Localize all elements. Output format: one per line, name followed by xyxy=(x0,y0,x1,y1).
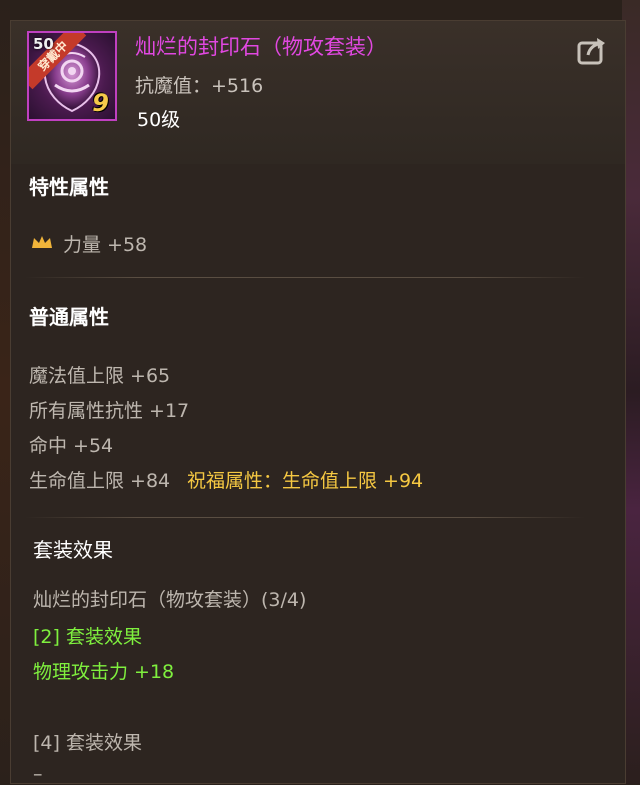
attr-mp-max: 魔法值上限 +65 xyxy=(29,365,171,387)
item-tooltip: 穿戴中 50 9 灿烂的封印石（物攻套装） 抗魔值：+516 50级 特性属性 … xyxy=(10,20,626,785)
special-attr-title: 特性属性 xyxy=(29,175,109,199)
set-name: 灿烂的封印石（物攻套装）(3/4) xyxy=(33,589,307,611)
blessing-attr: 祝福属性：生命值上限 +94 xyxy=(187,470,424,492)
share-icon[interactable] xyxy=(576,35,608,67)
normal-attr-title: 普通属性 xyxy=(29,305,109,329)
background-left xyxy=(0,0,10,784)
special-attr-strength: 力量 +58 xyxy=(63,234,148,256)
attr-all-resist: 所有属性抗性 +17 xyxy=(29,400,190,422)
item-name: 灿烂的封印石（物攻套装） xyxy=(135,35,387,59)
divider xyxy=(25,517,585,518)
icon-level-tag: 50 xyxy=(33,35,54,53)
attr-hp-max: 生命值上限 +84 xyxy=(29,470,171,492)
set-bonus-2-title: [2] 套装效果 xyxy=(33,626,142,648)
enhance-level: 9 xyxy=(92,89,109,117)
attr-hit: 命中 +54 xyxy=(29,435,114,457)
item-icon[interactable]: 穿戴中 50 9 xyxy=(27,31,117,121)
set-bonus-4-value: – xyxy=(33,763,43,785)
item-main-stat: 抗魔值：+516 xyxy=(135,75,264,97)
crown-icon xyxy=(32,236,52,248)
divider xyxy=(25,277,585,278)
item-level: 50级 xyxy=(137,109,181,131)
set-effect-title: 套装效果 xyxy=(33,538,113,562)
set-bonus-4-title: [4] 套装效果 xyxy=(33,732,142,754)
set-bonus-2-value: 物理攻击力 +18 xyxy=(33,661,175,683)
tooltip-header: 穿戴中 50 9 灿烂的封印石（物攻套装） 抗魔值：+516 50级 xyxy=(11,21,625,164)
